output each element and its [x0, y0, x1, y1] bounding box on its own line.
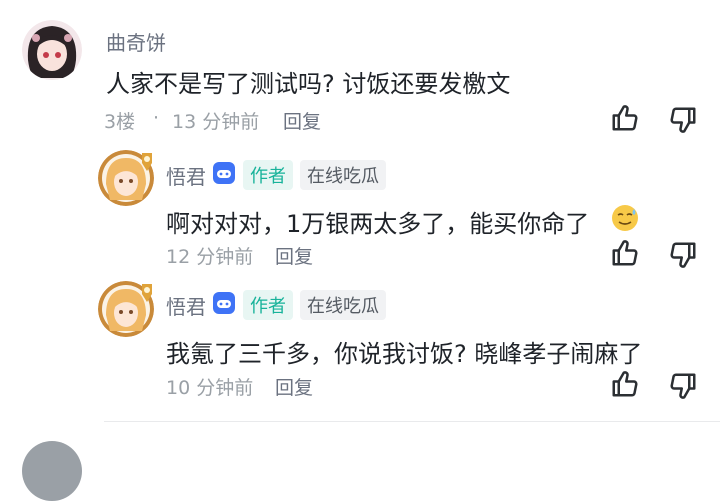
- thumbs-down-icon[interactable]: [668, 240, 698, 270]
- meta-separator: ·: [153, 107, 160, 129]
- comment-text: 人家不是写了测试吗? 讨饭还要发檄文: [106, 70, 511, 98]
- fan-tag-badge: 在线吃瓜: [300, 290, 386, 320]
- reply-text: 我氪了三千多，你说我讨饭? 晓峰孝子闹麻了: [166, 340, 643, 368]
- reply-time: 12 分钟前: [166, 246, 254, 268]
- reply-username[interactable]: 悟君: [166, 161, 206, 190]
- author-badge: 作者: [243, 290, 293, 320]
- avatar[interactable]: [22, 441, 82, 501]
- thumbs-down-icon[interactable]: [668, 371, 698, 401]
- comment-time: 13 分钟前: [172, 111, 260, 133]
- level-badge-icon: [140, 282, 154, 304]
- game-controller-icon: [212, 291, 236, 319]
- level-badge-icon: [140, 151, 154, 173]
- thumbs-up-icon[interactable]: [610, 238, 640, 268]
- sweat-smile-emoji-icon: [610, 203, 640, 237]
- thumbs-up-icon[interactable]: [610, 103, 640, 133]
- reply-button[interactable]: 回复: [275, 373, 313, 400]
- reply-username[interactable]: 悟君: [166, 291, 206, 320]
- comment-username[interactable]: 曲奇饼: [106, 27, 166, 56]
- avatar[interactable]: [22, 20, 82, 80]
- reply-text: 啊对对对，1万银两太多了，能买你命了: [166, 210, 590, 238]
- comment-divider: [104, 421, 720, 422]
- reply-button[interactable]: 回复: [283, 107, 321, 134]
- thumbs-up-icon[interactable]: [610, 369, 640, 399]
- reply-button[interactable]: 回复: [275, 242, 313, 269]
- fan-tag-badge: 在线吃瓜: [300, 160, 386, 190]
- reply-time: 10 分钟前: [166, 377, 254, 399]
- thumbs-down-icon[interactable]: [668, 105, 698, 135]
- game-controller-icon: [212, 161, 236, 189]
- author-badge: 作者: [243, 160, 293, 190]
- comment-floor: 3楼: [104, 111, 136, 133]
